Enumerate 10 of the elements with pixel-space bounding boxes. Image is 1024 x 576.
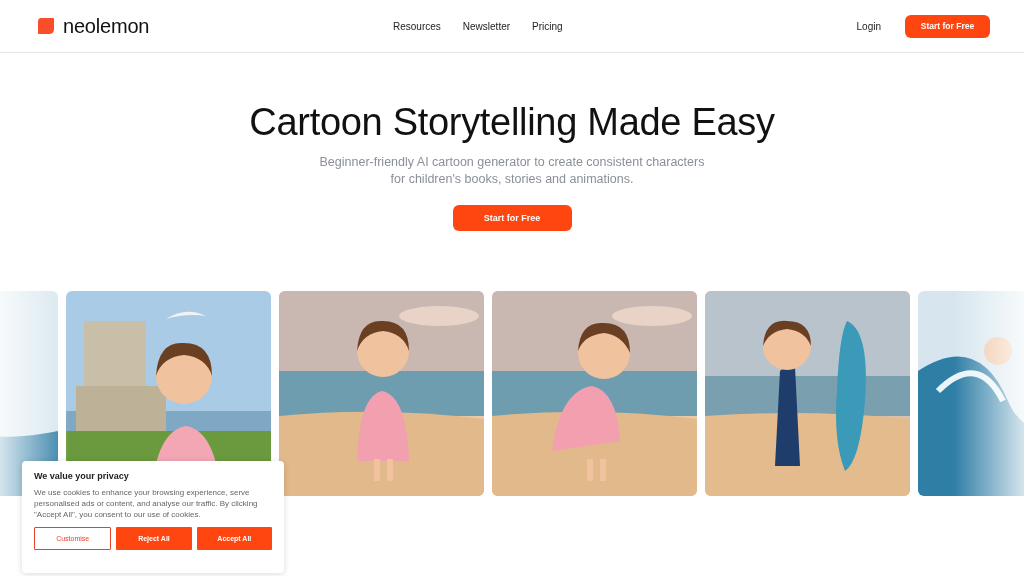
hero-title: Cartoon Storytelling Made Easy xyxy=(249,101,775,144)
nav-link[interactable]: Resources xyxy=(393,20,441,32)
login-link[interactable]: Login xyxy=(856,20,881,32)
nav-link[interactable]: Pricing xyxy=(532,20,563,32)
nav-link[interactable]: Newsletter xyxy=(462,20,511,32)
cookie-title: We value your privacy xyxy=(34,471,130,481)
logo-icon xyxy=(37,17,55,35)
cookie-text: We use cookies to enhance your browsing experience, serve personalised ads or content, and analyse our traffic. By clicking "Accept All", you consent to our use of cookies. xyxy=(34,487,259,520)
hero-subtitle: Beginner-friendly AI cartoon generator to create consistent characters for children's books, stories and animations. xyxy=(318,154,706,188)
logo-text[interactable]: neolemon xyxy=(63,14,150,38)
